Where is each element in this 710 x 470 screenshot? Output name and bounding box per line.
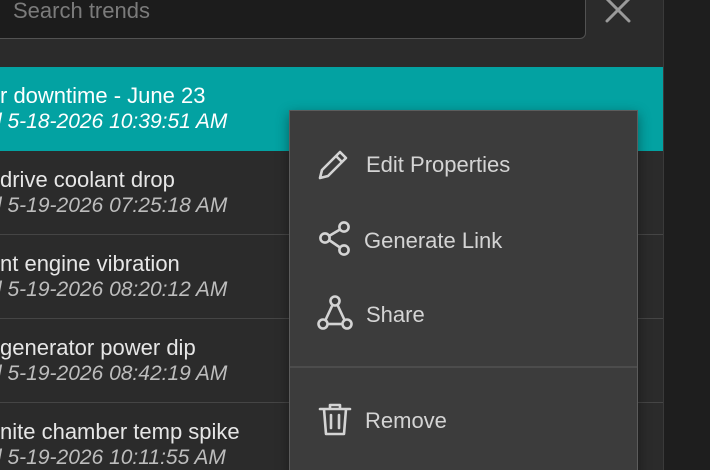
edit-properties-menu-item[interactable]: Edit Properties: [290, 133, 637, 193]
menu-item-label: Generate Link: [364, 228, 503, 253]
share-nodes-icon: [319, 221, 350, 256]
close-button[interactable]: [600, 0, 636, 28]
right-background: [664, 0, 710, 470]
menu-item-label: Remove: [365, 408, 447, 433]
trash-icon: [318, 403, 352, 436]
share-triangle-icon: [317, 295, 353, 330]
trend-timestamp: l 5-19-2026 10:11:55 AM: [0, 446, 226, 469]
trend-timestamp: l 5-19-2026 07:25:18 AM: [0, 194, 228, 217]
trend-timestamp: l 5-19-2026 08:42:19 AM: [0, 362, 228, 385]
search-input[interactable]: [13, 0, 553, 23]
context-menu: Edit Properties Generate Link Share Remo…: [289, 110, 638, 470]
remove-menu-item[interactable]: Remove: [290, 389, 637, 449]
close-icon: [605, 0, 631, 23]
trend-timestamp: l 5-19-2026 08:20:12 AM: [0, 278, 228, 301]
trend-title: nite chamber temp spike: [0, 419, 240, 444]
trends-panel: r downtime - June 23 l 5-18-2026 10:39:5…: [0, 0, 664, 470]
pencil-icon: [318, 150, 348, 180]
menu-item-label: Edit Properties: [366, 152, 511, 177]
trend-title: generator power dip: [0, 335, 196, 360]
trend-title: nt engine vibration: [0, 251, 180, 276]
trend-title: drive coolant drop: [0, 167, 175, 192]
generate-link-menu-item[interactable]: Generate Link: [290, 209, 637, 269]
menu-item-label: Share: [366, 302, 425, 327]
trend-title: r downtime - June 23: [0, 83, 206, 108]
trend-timestamp: l 5-18-2026 10:39:51 AM: [0, 110, 228, 133]
menu-divider: [290, 366, 637, 368]
share-menu-item[interactable]: Share: [290, 283, 637, 343]
search-box: [0, 0, 586, 39]
